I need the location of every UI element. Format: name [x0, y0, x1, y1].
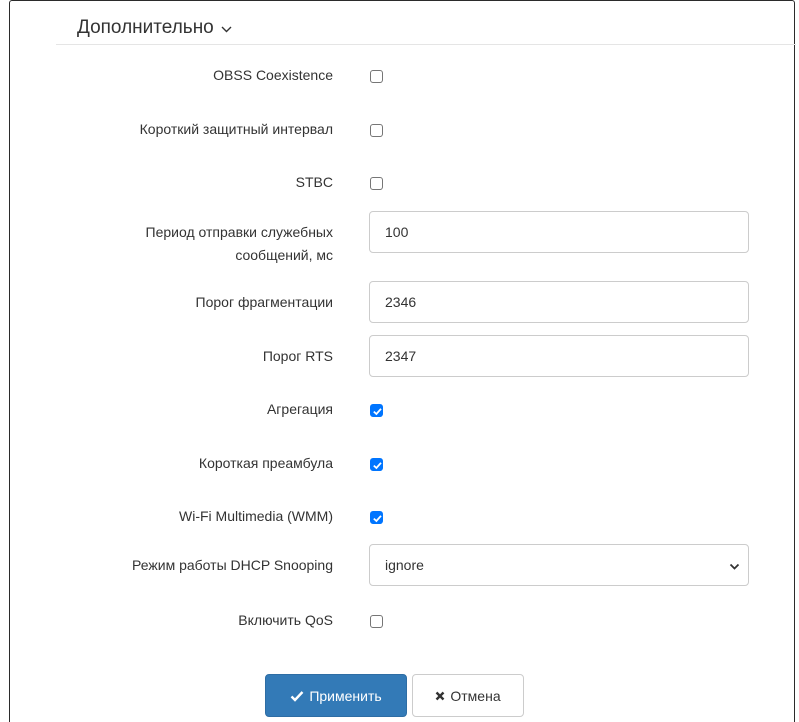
obss-checkbox[interactable] — [370, 70, 383, 83]
qos-label: Включить QoS — [238, 612, 333, 628]
cancel-button-label: Отмена — [450, 687, 501, 704]
section-divider — [56, 44, 796, 45]
beacon-period-input[interactable]: 100 — [369, 211, 749, 253]
chevron-down-icon — [221, 26, 232, 32]
beacon-period-label: Период отправки служебных сообщений, мс — [146, 221, 333, 267]
beacon-period-value: 100 — [385, 224, 409, 240]
short-preamble-label: Короткая преамбула — [198, 455, 333, 471]
aggregation-checkbox[interactable] — [370, 404, 383, 417]
dhcp-snooping-select[interactable]: ignore — [369, 544, 749, 586]
dhcp-snooping-value: ignore — [385, 557, 424, 573]
stbc-checkbox[interactable] — [370, 177, 383, 190]
wmm-checkbox[interactable] — [370, 511, 383, 524]
beacon-period-label-line1: Период отправки служебных — [145, 224, 333, 240]
obss-label: OBSS Coexistence — [213, 67, 333, 83]
stbc-label: STBC — [295, 174, 333, 190]
frag-threshold-value: 2346 — [385, 294, 417, 310]
short-gi-label: Короткий защитный интервал — [139, 121, 333, 137]
wmm-label: Wi-Fi Multimedia (WMM) — [179, 508, 333, 524]
short-gi-checkbox[interactable] — [370, 124, 383, 137]
check-icon — [290, 690, 304, 702]
close-icon — [436, 691, 445, 700]
apply-button-label: Применить — [309, 687, 382, 704]
dhcp-snooping-label: Режим работы DHCP Snooping — [132, 557, 333, 573]
qos-checkbox[interactable] — [370, 615, 383, 628]
rts-threshold-value: 2347 — [385, 348, 417, 364]
short-preamble-checkbox[interactable] — [370, 458, 383, 471]
checkmark-icon — [373, 462, 382, 470]
checkmark-icon — [373, 408, 382, 416]
section-toggle-advanced[interactable]: Дополнительно — [77, 17, 233, 39]
cancel-button[interactable]: Отмена — [412, 674, 524, 717]
beacon-period-label-line2: сообщений, мс — [235, 247, 333, 263]
apply-button[interactable]: Применить — [265, 674, 407, 717]
frag-threshold-input[interactable]: 2346 — [369, 281, 749, 323]
chevron-down-icon — [729, 563, 740, 570]
frag-threshold-label: Порог фрагментации — [195, 294, 333, 310]
aggregation-label: Агрегация — [266, 401, 333, 417]
section-title: Дополнительно — [77, 17, 214, 38]
checkmark-icon — [373, 515, 382, 523]
rts-threshold-input[interactable]: 2347 — [369, 335, 749, 377]
rts-threshold-label: Порог RTS — [262, 348, 333, 364]
